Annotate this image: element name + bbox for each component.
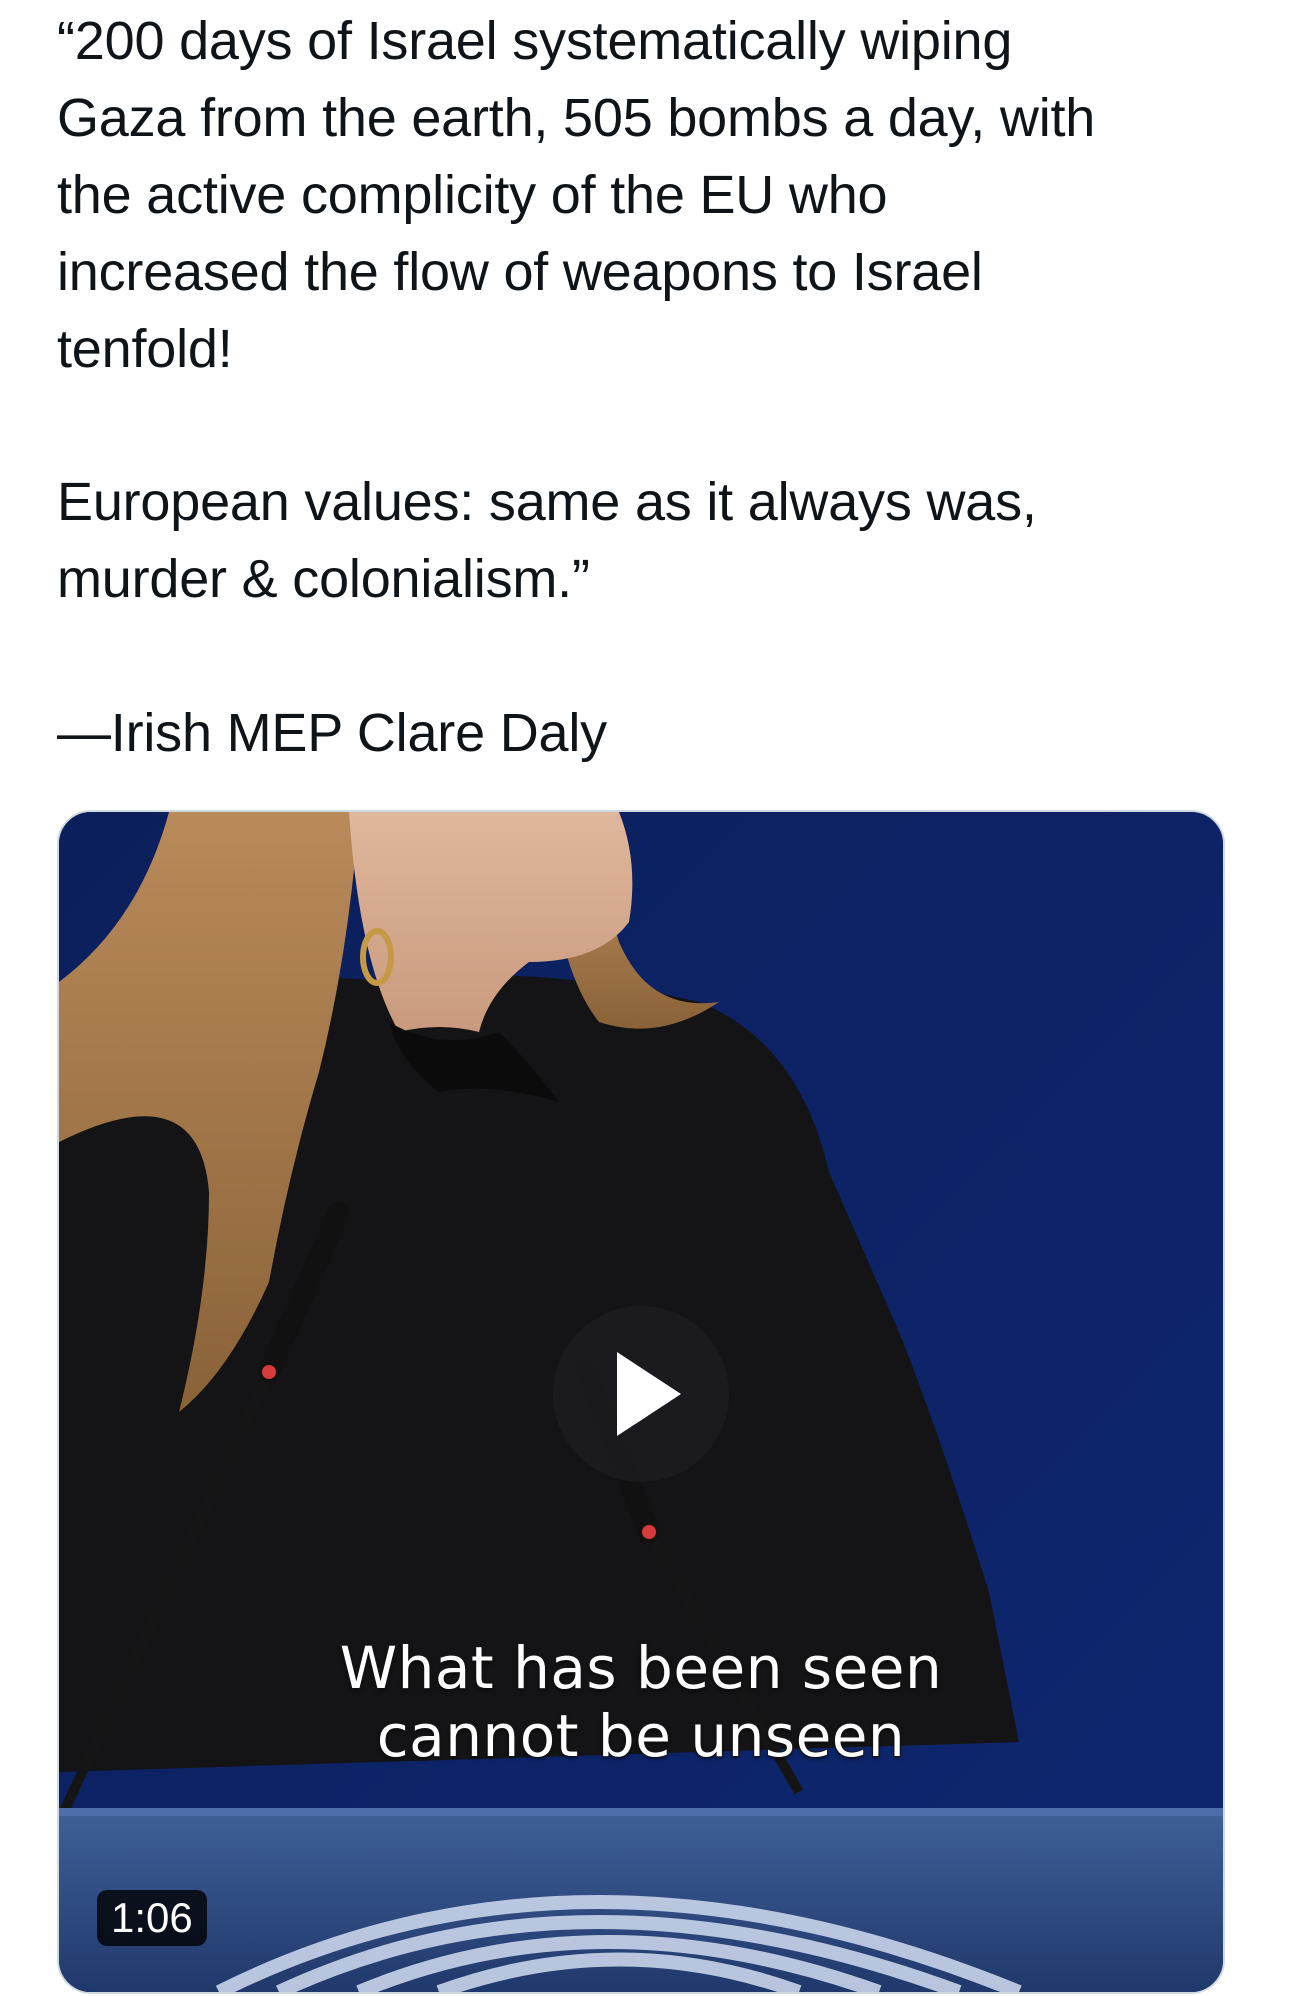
play-icon bbox=[617, 1352, 681, 1436]
duration-badge: 1:06 bbox=[97, 1890, 207, 1946]
video-subtitle: What has been seen cannot be unseen bbox=[59, 1633, 1223, 1771]
subtitle-line-2: cannot be unseen bbox=[376, 1701, 906, 1771]
video-player[interactable]: What has been seen cannot be unseen 1:06 bbox=[57, 810, 1225, 1994]
tweet-paragraph-values: European values: same as it always was, … bbox=[57, 472, 1037, 609]
tweet-attribution: —Irish MEP Clare Daly bbox=[57, 703, 607, 763]
tweet-paragraph-quote: “200 days of Israel systematically wipin… bbox=[57, 11, 1096, 379]
subtitle-line-1: What has been seen bbox=[339, 1633, 943, 1703]
play-button[interactable] bbox=[553, 1306, 729, 1482]
